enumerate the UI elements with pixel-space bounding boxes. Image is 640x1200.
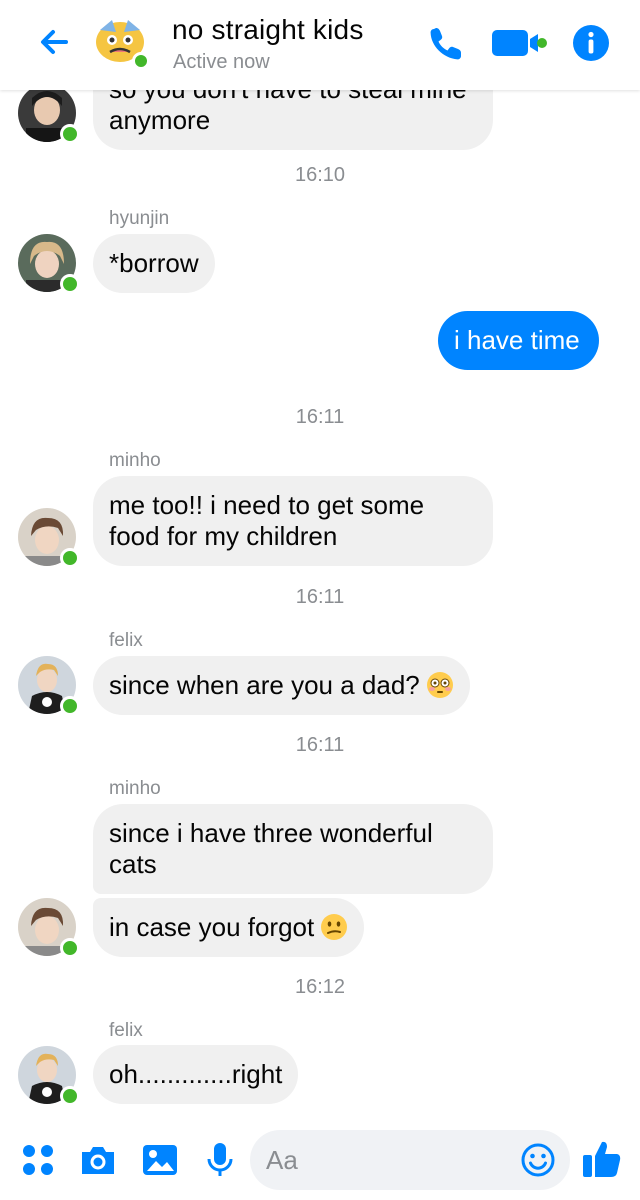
avatar[interactable] [18,656,80,716]
outgoing-message-bubble[interactable]: i have time [438,311,599,370]
online-indicator [60,1086,80,1106]
back-arrow-icon[interactable] [34,22,74,62]
sender-name: hyunjin [109,208,170,229]
message-bubble[interactable]: in case you forgot [93,898,365,957]
camera-icon[interactable] [78,1140,118,1180]
timestamp: 16:11 [295,586,345,608]
message-bubble[interactable]: me too!! i need to get some food for my … [93,476,493,566]
message-bubble[interactable]: since when are you a dad? [93,656,470,715]
message-text: in case you forgot [109,912,315,942]
sender-name: felix [109,1020,143,1041]
avatar[interactable] [18,234,80,294]
timestamp: 16:10 [294,164,346,186]
avatar[interactable] [18,1046,80,1106]
like-icon[interactable] [580,1136,624,1180]
flushed-face-emoji [426,671,454,699]
online-indicator [60,938,80,958]
sender-name: felix [109,630,143,651]
confused-face-emoji [320,913,348,941]
microphone-icon[interactable] [200,1140,240,1180]
message-bubble[interactable]: *borrow [93,234,215,293]
online-indicator [132,52,150,70]
avatar[interactable] [18,90,80,144]
sender-name: minho [109,450,161,471]
message-bubble[interactable]: so you don't have to steal mine anymore [93,90,493,150]
group-avatar[interactable] [92,16,150,70]
online-indicator [60,548,80,568]
video-camera-icon[interactable] [490,22,552,64]
chat-header: no straight kids Active now [0,0,640,90]
chat-title[interactable]: no straight kids [172,14,364,46]
phone-icon[interactable] [425,22,467,64]
message-text: since when are you a dad? [109,670,420,700]
message-list[interactable]: so you don't have to steal mine anymore … [0,90,640,1120]
apps-icon[interactable] [18,1140,58,1180]
avatar[interactable] [18,508,80,568]
info-icon[interactable] [570,22,612,64]
online-indicator [60,696,80,716]
message-composer [0,1120,640,1200]
online-indicator [60,124,80,144]
chat-status: Active now [173,51,270,73]
message-input-container [250,1130,570,1190]
timestamp: 16:11 [295,406,345,428]
emoji-icon[interactable] [520,1142,556,1178]
sender-name: minho [109,778,161,799]
online-indicator [60,274,80,294]
message-bubble[interactable]: since i have three wonderful cats [93,804,493,894]
timestamp: 16:12 [294,976,346,998]
gallery-icon[interactable] [140,1140,180,1180]
message-input[interactable] [266,1142,506,1178]
avatar[interactable] [18,898,80,958]
message-bubble[interactable]: oh.............right [93,1045,299,1104]
timestamp: 16:11 [295,734,345,756]
